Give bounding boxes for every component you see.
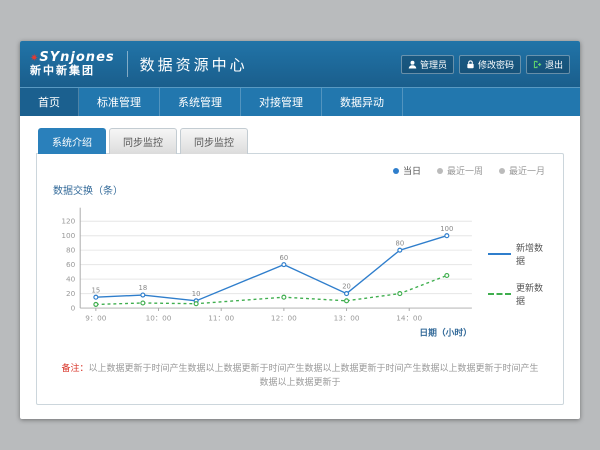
legend-update-data[interactable]: 更新数据 — [488, 281, 551, 307]
svg-text:9：00: 9：00 — [85, 314, 107, 323]
tab-sync-monitor-1[interactable]: 同步监控 — [109, 128, 177, 154]
page-title: 数据资源中心 — [140, 54, 248, 75]
logout-button[interactable]: 退出 — [526, 55, 570, 74]
app-window: ✷SYnjones 新中新集团 数据资源中心 管理员 修改密码 — [20, 41, 580, 419]
change-password-button[interactable]: 修改密码 — [459, 55, 521, 74]
tab-bar: 系统介绍 同步监控 同步监控 — [38, 128, 564, 154]
filter-last-month[interactable]: 最近一月 — [499, 164, 545, 177]
last-month-dot-icon — [499, 168, 505, 174]
note-text: 以上数据更新于时间产生数据以上数据更新于时间产生数据以上数据更新于时间产生数据以… — [89, 364, 539, 388]
nav-item-system-mgmt[interactable]: 系统管理 — [160, 88, 241, 116]
user-icon — [408, 60, 417, 69]
brand-logo: ✷SYnjones 新中新集团 — [30, 51, 115, 77]
lock-icon — [466, 60, 475, 69]
svg-text:20: 20 — [342, 283, 351, 291]
logo-text: SYnjones — [39, 50, 114, 65]
time-filter-legend: 当日 最近一周 最近一月 — [393, 164, 545, 177]
logo-star-icon: ✷ — [30, 53, 39, 64]
tab-sync-monitor-2[interactable]: 同步监控 — [180, 128, 248, 154]
svg-text:100: 100 — [61, 231, 75, 240]
svg-text:80: 80 — [66, 246, 76, 255]
svg-text:15: 15 — [92, 286, 101, 294]
svg-text:100: 100 — [440, 225, 453, 233]
nav-item-home[interactable]: 首页 — [20, 88, 79, 116]
logo-company-name: 新中新集团 — [30, 65, 115, 77]
svg-text:18: 18 — [139, 284, 148, 292]
svg-text:40: 40 — [66, 275, 76, 284]
chart-panel: 当日 最近一周 最近一月 数据交换（条） 0 20 40 60 80 100 120 9：00… — [36, 153, 564, 405]
solid-line-icon — [488, 253, 511, 255]
admin-user-button[interactable]: 管理员 — [401, 55, 454, 74]
legend-new-data[interactable]: 新增数据 — [488, 241, 551, 267]
dashed-line-icon — [488, 293, 511, 295]
svg-text:日期（小时）: 日期（小时） — [419, 326, 472, 338]
svg-text:10: 10 — [192, 290, 201, 298]
svg-text:60: 60 — [66, 260, 76, 269]
nav-item-interface-mgmt[interactable]: 对接管理 — [241, 88, 322, 116]
header-actions: 管理员 修改密码 退出 — [401, 55, 570, 74]
app-header: ✷SYnjones 新中新集团 数据资源中心 管理员 修改密码 — [20, 41, 580, 87]
svg-text:20: 20 — [66, 289, 76, 298]
svg-text:0: 0 — [71, 303, 76, 312]
line-chart: 0 20 40 60 80 100 120 9：00 10：00 11：00 12：00 13：00 1… — [49, 199, 482, 345]
svg-text:120: 120 — [61, 217, 75, 226]
svg-text:10：00: 10：00 — [146, 314, 172, 323]
svg-text:13：00: 13：00 — [334, 314, 360, 323]
main-nav: 首页 标准管理 系统管理 对接管理 数据异动 — [20, 87, 580, 116]
series-legend: 新增数据 更新数据 — [488, 241, 551, 321]
note-label: 备注： — [61, 364, 88, 374]
svg-text:60: 60 — [280, 254, 289, 262]
nav-item-data-change[interactable]: 数据异动 — [322, 88, 403, 116]
content-area: 系统介绍 同步监控 同步监控 当日 最近一周 最近一月 数据交换（条） — [20, 116, 580, 405]
last-week-dot-icon — [437, 168, 443, 174]
filter-last-week[interactable]: 最近一周 — [437, 164, 483, 177]
svg-text:11：00: 11：00 — [208, 314, 234, 323]
svg-text:80: 80 — [395, 239, 404, 247]
svg-text:12：00: 12：00 — [271, 314, 297, 323]
nav-item-standard-mgmt[interactable]: 标准管理 — [79, 88, 160, 116]
y-axis-title: 数据交换（条） — [53, 182, 551, 197]
logout-icon — [533, 60, 542, 69]
filter-today[interactable]: 当日 — [393, 164, 421, 177]
tab-system-intro[interactable]: 系统介绍 — [38, 128, 106, 154]
header-divider — [127, 51, 128, 77]
footer-note: 备注：以上数据更新于时间产生数据以上数据更新于时间产生数据以上数据更新于时间产生… — [49, 363, 551, 390]
chart-container: 0 20 40 60 80 100 120 9：00 10：00 11：00 12：00 13：00 1… — [49, 199, 551, 345]
svg-text:14：00: 14：00 — [396, 314, 422, 323]
today-dot-icon — [393, 168, 399, 174]
